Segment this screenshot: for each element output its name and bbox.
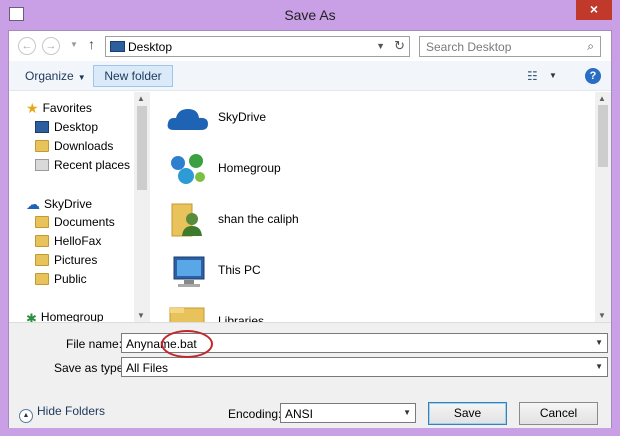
nav-item-hellofax[interactable]: HelloFax [35,234,101,248]
folder-icon [35,235,49,247]
user-folder-icon [171,203,202,237]
up-button[interactable]: ↑ [88,36,95,52]
computer-icon [173,256,205,287]
chevron-down-icon[interactable]: ▼ [595,338,603,347]
file-list: SkyDrive Homegroup shan the caliph This … [150,92,595,322]
organize-label: Organize [25,69,74,83]
navigation-pane: ★ Favorites Desktop Downloads Recent plac… [9,92,150,322]
help-icon[interactable]: ? [585,68,601,84]
nav-scrollbar[interactable]: ▲ ▼ [134,92,150,322]
encoding-value: ANSI [285,407,314,421]
save-button[interactable]: Save [428,402,507,425]
command-bar: Organize ▼ New folder ☷ ▼ ? [9,61,611,91]
star-icon: ★ [26,100,39,116]
new-folder-button[interactable]: New folder [93,65,173,87]
homegroup-icon [171,154,205,184]
file-name-label: File name: [66,337,123,351]
nav-scroll-thumb[interactable] [137,106,147,190]
file-label: Libraries [218,314,265,322]
search-input[interactable]: Search Desktop ⌕ [419,36,601,57]
list-item[interactable]: shan the caliph [166,200,466,240]
folder-icon [35,140,49,152]
refresh-icon[interactable]: ↻ [394,38,405,54]
file-list-scroll-thumb[interactable] [598,105,608,167]
list-item[interactable]: Homegroup [166,149,466,189]
file-label: shan the caliph [218,212,299,226]
skydrive-icon [167,109,208,130]
nav-item-recent-places[interactable]: Recent places [35,158,130,172]
nav-item-documents[interactable]: Documents [35,215,115,229]
scroll-down-icon[interactable]: ▼ [137,311,145,320]
list-item[interactable]: This PC [166,251,466,291]
back-button[interactable]: ← [18,37,36,55]
hide-folders-button[interactable]: ▲ Hide Folders [19,404,105,423]
dialog-client: ← → ▼ ↑ Desktop ▼ ↻ Search Desktop ⌕ Org… [8,30,612,428]
recent-locations-chevron-icon[interactable]: ▼ [70,40,78,49]
recent-icon [35,159,49,171]
chevron-down-icon[interactable]: ▼ [403,408,411,417]
view-options-icon[interactable]: ☷ [527,69,538,83]
search-placeholder: Search Desktop [426,40,512,54]
filename-highlight-annotation [161,330,213,358]
hide-folders-label: Hide Folders [37,404,106,418]
nav-item-downloads[interactable]: Downloads [35,139,113,153]
homegroup-icon: ✱ [26,311,37,322]
title-bar[interactable]: Save As × [0,0,620,30]
cancel-button[interactable]: Cancel [519,402,598,425]
list-item[interactable]: Libraries [166,302,466,322]
address-dropdown-icon[interactable]: ▼ [376,41,385,51]
list-item[interactable]: SkyDrive [166,98,466,138]
nav-item-favorites[interactable]: ★ Favorites [26,100,92,117]
desktop-icon [35,121,49,133]
scroll-up-icon[interactable]: ▲ [598,94,606,103]
encoding-label: Encoding: [228,407,282,421]
desktop-icon [110,41,125,52]
file-label: This PC [218,263,261,277]
file-label: SkyDrive [218,110,267,124]
scroll-down-icon[interactable]: ▼ [598,311,606,320]
encoding-select[interactable]: ANSI ▼ [280,403,416,423]
cloud-icon: ☁ [26,196,40,212]
folder-icon [35,254,49,266]
forward-button[interactable]: → [42,37,60,55]
close-button[interactable]: × [576,0,612,20]
view-dropdown-icon[interactable]: ▼ [549,71,557,80]
nav-item-homegroup[interactable]: ✱ Homegroup [26,310,104,322]
nav-item-skydrive[interactable]: ☁ SkyDrive [26,196,92,213]
window-title: Save As [284,7,336,23]
organize-button[interactable]: Organize ▼ [25,69,86,83]
file-label: Homegroup [218,161,281,175]
address-row: ← → ▼ ↑ Desktop ▼ ↻ Search Desktop ⌕ [9,31,611,61]
save-type-value: All Files [126,361,169,375]
chevron-up-icon: ▲ [19,409,33,423]
address-bar[interactable]: Desktop ▼ ↻ [105,36,410,57]
address-location: Desktop [128,40,173,54]
save-as-dialog: Save As × ← → ▼ ↑ Desktop ▼ ↻ Search Des… [0,0,620,436]
nav-item-public[interactable]: Public [35,272,87,286]
file-list-scrollbar[interactable]: ▲ ▼ [595,92,611,322]
save-form: File name: Anyname.bat ▼ Save as type: A… [9,322,611,428]
save-type-label: Save as type: [54,361,127,375]
chevron-down-icon[interactable]: ▼ [595,362,603,371]
search-icon[interactable]: ⌕ [587,39,594,54]
folder-icon [35,273,49,285]
nav-item-pictures[interactable]: Pictures [35,253,97,267]
folder-icon [35,216,49,228]
save-type-select[interactable]: All Files ▼ [121,357,608,377]
libraries-icon [169,307,205,322]
scroll-up-icon[interactable]: ▲ [137,94,145,103]
nav-item-desktop[interactable]: Desktop [35,120,98,134]
chevron-down-icon: ▼ [77,73,86,82]
